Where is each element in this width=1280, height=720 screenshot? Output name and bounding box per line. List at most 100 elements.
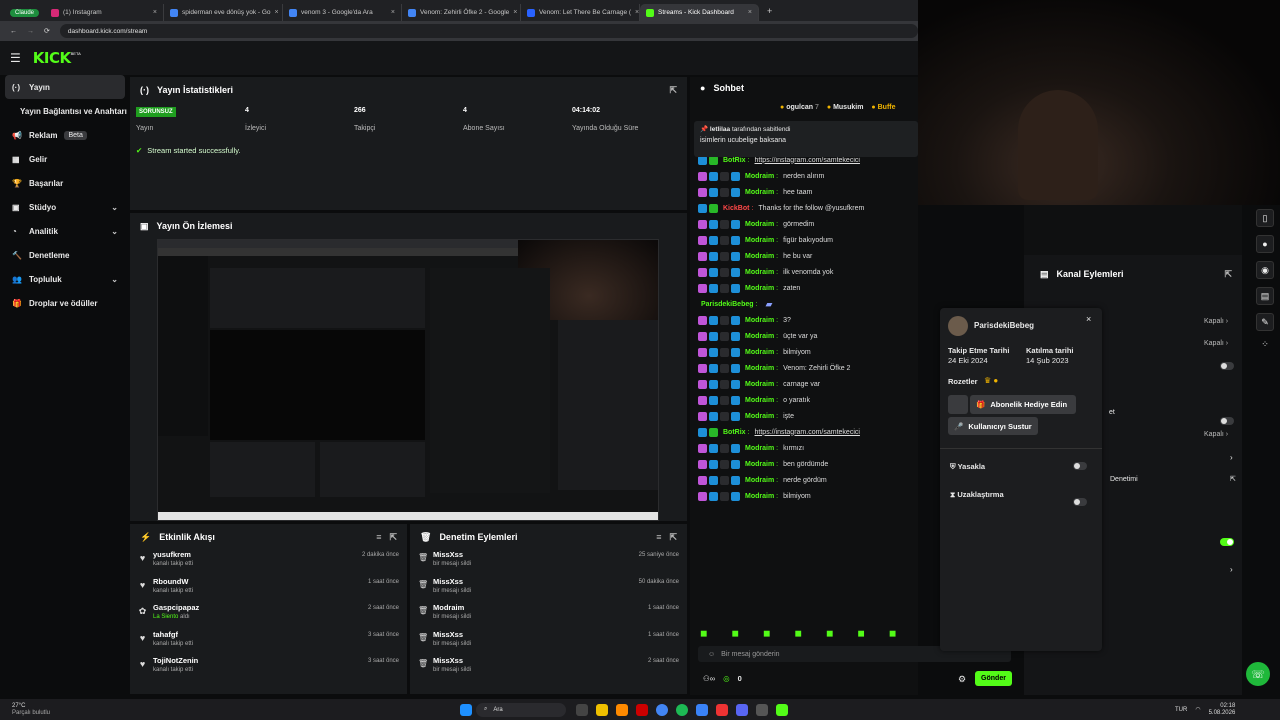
chat-username[interactable]: Modraim	[745, 461, 774, 468]
close-icon[interactable]: ×	[635, 9, 639, 16]
chevron-down-icon[interactable]: ⌄	[111, 203, 118, 212]
close-icon[interactable]: ×	[275, 9, 279, 16]
user-card-username[interactable]: ParisdekiBebeg	[974, 321, 1034, 330]
external-link-icon[interactable]: ⇱	[669, 85, 677, 96]
chat-username[interactable]: Modraim	[745, 173, 774, 180]
sidebar-item[interactable]: 🔨 Denetleme	[0, 243, 130, 267]
clock[interactable]: 02:18 5.08.2026	[1209, 703, 1236, 717]
chat-username[interactable]: ParisdekiBebeg	[701, 301, 754, 308]
app-icon[interactable]	[636, 703, 648, 716]
toggle-3[interactable]	[1220, 538, 1234, 546]
toggle-2[interactable]	[1220, 417, 1234, 425]
filter-icon[interactable]: ≡	[376, 532, 381, 542]
mod-username[interactable]: MissXss	[433, 656, 471, 665]
taskbar-search[interactable]: ⌕ Ara	[476, 702, 566, 717]
ban-toggle[interactable]	[1073, 462, 1087, 470]
url-field[interactable]: dashboard.kick.com/stream	[59, 24, 918, 38]
emote-icon[interactable]: ◼	[857, 628, 864, 639]
supporter-1[interactable]: ● ogulcan 7	[780, 104, 819, 111]
rail-card-icon[interactable]: ▯	[1256, 209, 1274, 227]
setting-3-value[interactable]: Kapalı ›	[1204, 431, 1228, 438]
chat-username[interactable]: Modraim	[745, 349, 774, 356]
language-indicator[interactable]: TUR	[1175, 707, 1187, 713]
new-tab-icon[interactable]: +	[767, 6, 772, 16]
setting-1-value[interactable]: Kapalı ›	[1204, 318, 1228, 325]
feed-username[interactable]: yusufkrem	[153, 550, 193, 559]
emoji-icon[interactable]: ☺	[708, 651, 715, 658]
toggle-1[interactable]	[1220, 362, 1234, 370]
close-icon[interactable]: ×	[391, 9, 395, 16]
sidebar-item[interactable]: 🏆 Başarılar	[0, 171, 130, 195]
chat-text[interactable]: https://instagram.com/samtekecici	[755, 157, 860, 164]
mute-user-button[interactable]: 🎤 Kullanıcıyı Sustur	[948, 417, 1038, 435]
chat-username[interactable]: Modraim	[745, 269, 774, 276]
taskview-icon[interactable]	[576, 703, 588, 716]
browser-tab[interactable]: Streams - Kick Dashboard ×	[640, 4, 760, 21]
feed-username[interactable]: tahafgf	[153, 630, 193, 639]
rail-tools-icon[interactable]: ✎	[1256, 313, 1274, 331]
browser-tab[interactable]: Venom: Zehirli Öfke 2 - Google ×	[402, 4, 522, 21]
sidebar-item[interactable]: ▣ Stüdyo ⌄	[0, 195, 130, 219]
feed-username[interactable]: Gaspcipapaz	[153, 603, 199, 612]
sidebar-item[interactable]: Yayın Bağlantısı ve Anahtarı	[0, 99, 130, 123]
emote-icon[interactable]: ◼	[700, 628, 707, 639]
rail-panel-icon[interactable]: ▤	[1256, 287, 1274, 305]
wifi-icon[interactable]: ◠	[1195, 706, 1200, 713]
send-button[interactable]: Gönder	[975, 671, 1012, 686]
gift-sub-button[interactable]: 🎁 Abonelik Hediye Edin	[970, 395, 1076, 414]
mod-username[interactable]: MissXss	[433, 630, 471, 639]
app-icon[interactable]	[756, 703, 768, 716]
stream-preview-video[interactable]	[157, 239, 659, 521]
rail-more-icon[interactable]: ⁘	[1250, 339, 1280, 350]
explorer-icon[interactable]	[596, 703, 608, 716]
emote-icon[interactable]: ◼	[794, 628, 801, 639]
chat-username[interactable]: KickBot	[723, 205, 749, 212]
chevron-down-icon[interactable]: ⌄	[111, 275, 118, 284]
external-link-icon[interactable]: ⇱	[389, 532, 397, 543]
app-icon[interactable]	[616, 703, 628, 716]
emote-icon[interactable]: ◼	[889, 628, 896, 639]
spotify-icon[interactable]	[676, 703, 688, 716]
tab-group-label[interactable]: Claude	[10, 8, 40, 17]
supporter-2[interactable]: ● Musukim	[827, 104, 864, 111]
browser-tab[interactable]: (1) Instagram ×	[45, 4, 165, 21]
chat-username[interactable]: BotRix	[723, 157, 746, 164]
rail-chat-icon[interactable]: ●	[1256, 235, 1274, 253]
sidebar-item[interactable]: ◔ Analitik ⌄	[0, 219, 130, 243]
sidebar-item[interactable]: 📢 Reklam Beta	[0, 123, 130, 147]
chat-text[interactable]: https://instagram.com/samtekecici	[755, 429, 860, 436]
close-icon[interactable]: ×	[153, 9, 157, 16]
app-icon[interactable]	[716, 703, 728, 716]
chat-username[interactable]: Modraim	[745, 477, 774, 484]
settings-icon[interactable]: ⚙	[958, 674, 966, 685]
link-icon[interactable]: ⚇∞	[703, 674, 715, 683]
feed-username[interactable]: RboundW	[153, 577, 193, 586]
kick-logo[interactable]: KICK	[33, 49, 71, 67]
kick-app-icon[interactable]	[776, 703, 788, 716]
sidebar-item[interactable]: 👥 Topluluk ⌄	[0, 267, 130, 291]
external-link-icon[interactable]: ⇱	[1224, 269, 1232, 280]
sidebar-item[interactable]: 🎁 Droplar ve ödüller	[0, 291, 130, 315]
filter-icon[interactable]: ≡	[656, 532, 661, 542]
sidebar-item[interactable]: ▦ Gelir	[0, 147, 130, 171]
external-link-icon[interactable]: ⇱	[1230, 475, 1236, 483]
chat-username[interactable]: Modraim	[745, 381, 774, 388]
browser-tab[interactable]: Claude	[4, 4, 45, 21]
rail-broadcast-icon[interactable]: ◉	[1256, 261, 1274, 279]
support-chat-icon[interactable]: ☏	[1246, 662, 1270, 686]
emote-icon[interactable]: ◼	[826, 628, 833, 639]
supporter-3[interactable]: ● Buffe	[871, 104, 895, 111]
chat-username[interactable]: Modraim	[745, 237, 774, 244]
emote-icon[interactable]: ◼	[731, 628, 738, 639]
mod-username[interactable]: Modraim	[433, 603, 471, 612]
chat-username[interactable]: Modraim	[745, 189, 774, 196]
emote-icon[interactable]: ◼	[763, 628, 770, 639]
browser-tab[interactable]: Venom: Let There Be Carnage (×	[521, 4, 641, 21]
app-icon[interactable]	[696, 703, 708, 716]
chat-username[interactable]: Modraim	[745, 333, 774, 340]
back-icon[interactable]: ←	[10, 28, 17, 35]
discord-icon[interactable]	[736, 703, 748, 716]
chat-username[interactable]: Modraim	[745, 445, 774, 452]
weather-widget[interactable]: 27°C Parçalı bulutlu	[0, 703, 50, 717]
browser-tab[interactable]: spiderman eve dönüş yok - Go ×	[164, 4, 284, 21]
